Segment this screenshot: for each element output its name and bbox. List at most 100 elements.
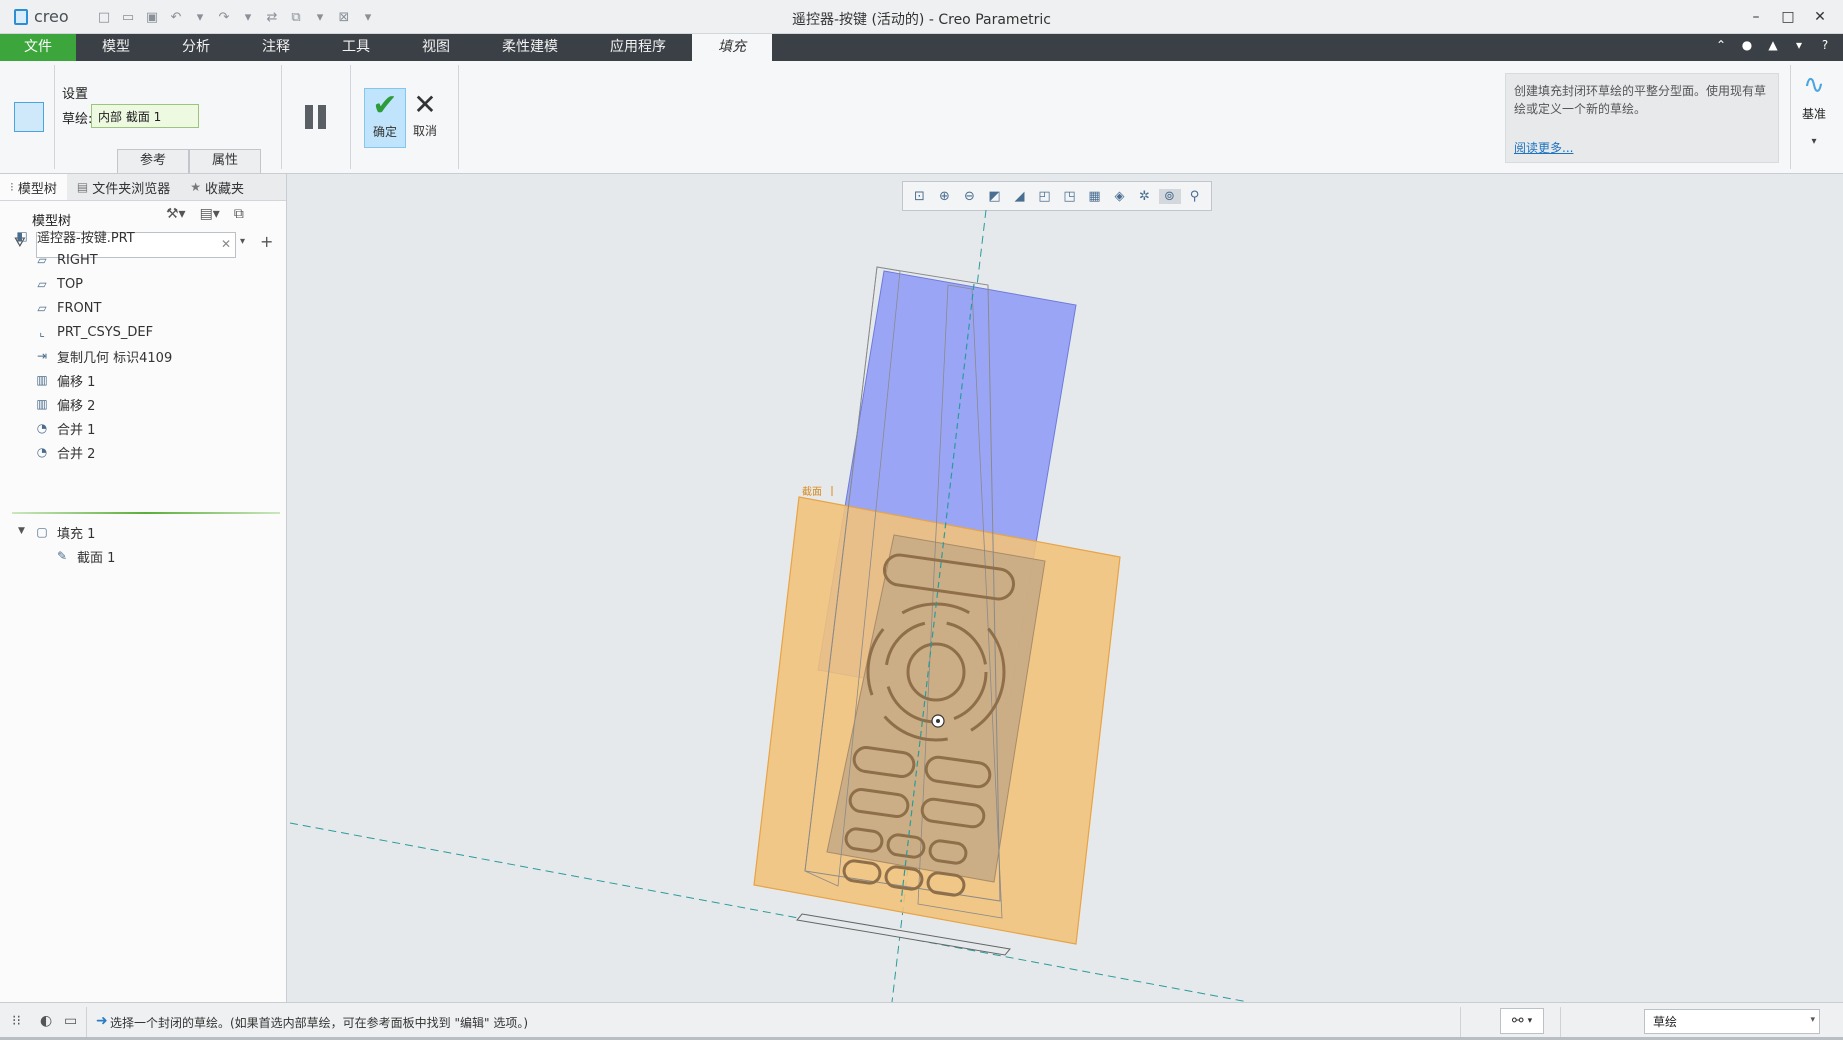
tab-applications[interactable]: 应用程序 (584, 34, 692, 61)
tree-item-label: FRONT (57, 300, 102, 316)
tree-item-section-1[interactable]: ✎ 截面 1 (54, 546, 115, 566)
learning-icon[interactable]: ▲ (1765, 38, 1781, 52)
tree-item-top[interactable]: ▱ TOP (34, 274, 83, 294)
tab-flexible-modeling[interactable]: 柔性建模 (476, 34, 584, 61)
tab-references[interactable]: 参考 (117, 149, 189, 173)
minimize-icon[interactable]: – (1743, 6, 1769, 28)
model-tree-tools: ⚒▾ ▤▾ ⧉ (166, 206, 244, 222)
tab-view[interactable]: 视图 (396, 34, 476, 61)
quick-access-toolbar: □ ▭ ▣ ↶ ▾ ↷ ▾ ⇄ ⧉ ▾ ⊠ ▾ (94, 7, 378, 27)
spin-center-dot (936, 719, 940, 723)
add-filter-icon[interactable]: + (260, 232, 273, 251)
close-window-icon[interactable]: ⊠ (334, 7, 354, 27)
tree-item-front[interactable]: ▱ FRONT (34, 298, 101, 318)
tab-model[interactable]: 模型 (76, 34, 156, 61)
status-separator (1460, 1007, 1461, 1037)
tab-label: 文件夹浏览器 (92, 181, 171, 197)
help-box: 创建填充封闭环草绘的平整分型面。使用现有草绘或定义一个新的草绘。 阅读更多... (1505, 73, 1779, 163)
windows-dropdown-icon[interactable]: ▾ (310, 7, 330, 27)
cancel-button[interactable]: ✕ 取消 (408, 88, 442, 148)
tree-item-merge-1[interactable]: ◔ 合并 1 (34, 418, 96, 438)
navigator-toggle-icon[interactable]: ⁝⁝ (12, 1013, 21, 1029)
tree-item-offset-2[interactable]: ▥ 偏移 2 (34, 394, 95, 414)
show-options-icon[interactable]: ▤▾ (200, 206, 220, 222)
message-arrow-icon: ➜ (96, 1013, 108, 1029)
undo-icon[interactable]: ↶ (166, 7, 186, 27)
offset-icon: ▥ (36, 373, 48, 387)
tree-item-merge-2[interactable]: ◔ 合并 2 (34, 442, 96, 462)
tab-analysis[interactable]: 分析 (156, 34, 236, 61)
chevron-down-icon[interactable]: ▾ (1791, 136, 1837, 147)
window-controls: – □ ✕ (1743, 6, 1833, 28)
ribbon-right-controls: ⌃ ● ▲ ▾ ? (1713, 38, 1833, 52)
status-message: 选择一个封闭的草绘。(如果首选内部草绘，可在参考面板中找到 "编辑" 选项。) (110, 1016, 529, 1030)
tab-favorites[interactable]: ★ 收藏夹 (180, 174, 254, 200)
binoculars-icon: ⚯ (1511, 1013, 1524, 1029)
find-button[interactable]: ⚯ ▾ (1500, 1008, 1544, 1034)
sketch-collector[interactable]: 内部 截面 1 (91, 104, 199, 128)
read-more-link[interactable]: 阅读更多... (1514, 139, 1573, 157)
status-separator (1560, 1007, 1561, 1037)
cancel-label: 取消 (412, 124, 437, 138)
help-icon[interactable]: ? (1817, 38, 1833, 52)
qat-customize-icon[interactable]: ▾ (358, 7, 378, 27)
search-dropdown-icon[interactable]: ▾ (240, 236, 245, 247)
clear-search-icon[interactable]: ✕ (221, 237, 231, 251)
community-icon[interactable]: ● (1739, 38, 1755, 52)
windows-icon[interactable]: ⧉ (286, 7, 306, 27)
settings-title: 设置 (62, 87, 89, 102)
tree-item-label: PRT_CSYS_DEF (57, 324, 154, 340)
tree-item-label: 填充 1 (57, 526, 96, 542)
part-icon: ◧ (16, 229, 28, 243)
ribbon-fill-dashboard: 设置 草绘: 内部 截面 1 参考 属性 ✔ 确定 ✕ 取消 创建填充封闭环草绘… (0, 61, 1843, 174)
tree-settings-icon[interactable]: ⚒▾ (166, 206, 186, 222)
save-icon[interactable]: ▣ (142, 7, 162, 27)
collapse-ribbon-icon[interactable]: ⌃ (1713, 38, 1729, 52)
pause-button[interactable] (305, 105, 329, 129)
check-icon: ✔ (372, 88, 398, 123)
tree-item-fill-1[interactable]: ▢ 填充 1 (34, 522, 95, 542)
tree-filter-options-icon[interactable]: ⧉ (234, 206, 244, 222)
copy-geom-icon: ⇥ (36, 349, 48, 363)
navigator-tabs: ⁝ 模型树 ▤ 文件夹浏览器 ★ 收藏夹 (0, 174, 286, 201)
datum-button[interactable]: ∿ 基准 ▾ (1791, 69, 1837, 147)
tab-file[interactable]: 文件 (0, 34, 76, 61)
fill-icon: ▢ (36, 525, 48, 539)
tab-model-tree[interactable]: ⁝ 模型树 (0, 174, 67, 200)
tree-item-label: 合并 2 (57, 446, 96, 462)
datum-plane-icon: ▱ (37, 301, 47, 315)
regenerate-icon[interactable]: ⇄ (262, 7, 282, 27)
selection-filter-select[interactable]: 草绘 ▾ (1644, 1009, 1820, 1034)
full-screen-icon[interactable]: ▭ (64, 1013, 77, 1029)
redo-dropdown-icon[interactable]: ▾ (238, 7, 258, 27)
title-bar: creo □ ▭ ▣ ↶ ▾ ↷ ▾ ⇄ ⧉ ▾ ⊠ ▾ 遥控器-按键 (活动的… (0, 0, 1843, 34)
ok-button[interactable]: ✔ 确定 (364, 88, 406, 148)
browser-toggle-icon[interactable]: ◐ (40, 1013, 52, 1029)
undo-dropdown-icon[interactable]: ▾ (190, 7, 210, 27)
tab-properties[interactable]: 属性 (189, 149, 261, 173)
tree-item-part[interactable]: ◧ 遥控器-按键.PRT (14, 226, 134, 246)
insert-here-marker[interactable] (12, 512, 280, 514)
close-icon[interactable]: ✕ (1807, 6, 1833, 28)
open-file-icon[interactable]: ▭ (118, 7, 138, 27)
graphics-window[interactable]: ⊡ ⊕ ⊖ ◩ ◢ ◰ ◳ ▦ ◈ ✲ ⊚ ⚲ 截面 (288, 174, 1843, 1002)
tab-tools[interactable]: 工具 (316, 34, 396, 61)
tree-item-csys[interactable]: ⌞ PRT_CSYS_DEF (34, 322, 153, 342)
creo-cube-icon (14, 8, 28, 25)
tree-item-right[interactable]: ▱ RIGHT (34, 250, 97, 270)
tree-item-copy-geom[interactable]: ⇥ 复制几何 标识4109 (34, 346, 172, 366)
plane-tag: 截面 (802, 485, 822, 498)
new-file-icon[interactable]: □ (94, 7, 114, 27)
tab-annotate[interactable]: 注释 (236, 34, 316, 61)
tree-item-offset-1[interactable]: ▥ 偏移 1 (34, 370, 95, 390)
expand-arrow-icon[interactable]: ▼ (18, 526, 25, 536)
ribbon-separator (458, 65, 459, 169)
left-panel: ⁝ 模型树 ▤ 文件夹浏览器 ★ 收藏夹 模型树 ⚒▾ ▤▾ ⧉ ⛛ ✕ ▾ +… (0, 174, 287, 1002)
tab-folder-browser[interactable]: ▤ 文件夹浏览器 (67, 174, 180, 200)
tree-item-label: 合并 1 (57, 422, 96, 438)
options-dropdown-icon[interactable]: ▾ (1791, 38, 1807, 52)
maximize-icon[interactable]: □ (1775, 6, 1801, 28)
creo-logo: creo (14, 7, 69, 26)
redo-icon[interactable]: ↷ (214, 7, 234, 27)
tab-fill[interactable]: 填充 (692, 34, 772, 61)
